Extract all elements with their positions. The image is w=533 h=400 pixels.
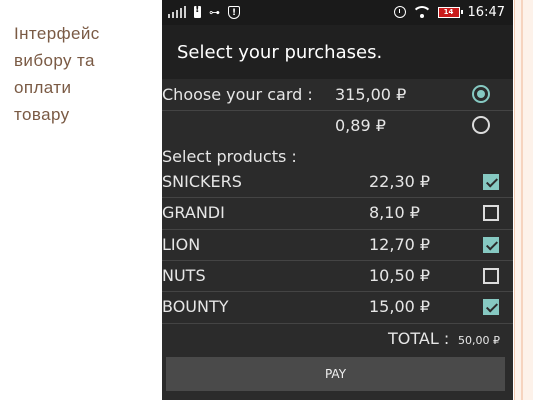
- product-row-snickers[interactable]: SNICKERS 22,30 ₽: [162, 166, 513, 197]
- caption-line: оплати: [14, 78, 72, 97]
- phone-screen: ⊶ ! 14 16:47 Select your purchases. Choo…: [162, 0, 513, 400]
- status-clock: 16:47: [467, 4, 505, 20]
- slide-border: [514, 0, 533, 400]
- card-radio-button[interactable]: [472, 116, 490, 134]
- battery-alert-icon: [194, 4, 201, 18]
- total-label: TOTAL :: [388, 329, 450, 348]
- app-title-bar: Select your purchases.: [162, 25, 513, 79]
- product-row-lion[interactable]: LION 12,70 ₽: [162, 229, 513, 260]
- product-price: 22,30 ₽: [369, 172, 431, 191]
- caption-line: вибору та: [14, 51, 95, 70]
- product-row-grandi[interactable]: GRANDI 8,10 ₽: [162, 197, 513, 228]
- slide-caption: Інтерфейс вибору та оплати товару: [14, 20, 154, 128]
- key-icon: ⊶: [209, 5, 220, 19]
- product-row-nuts[interactable]: NUTS 10,50 ₽: [162, 260, 513, 291]
- card-option-1[interactable]: Choose your card : 315,00 ₽: [162, 79, 513, 110]
- card-amount: 315,00 ₽: [335, 85, 407, 104]
- product-name: BOUNTY: [162, 297, 229, 316]
- alarm-icon: [393, 6, 406, 18]
- card-amount: 0,89 ₽: [335, 116, 386, 135]
- card-radio-button[interactable]: [472, 85, 490, 103]
- pay-button[interactable]: PAY: [166, 357, 505, 391]
- product-price: 12,70 ₽: [369, 235, 431, 254]
- product-price: 15,00 ₽: [369, 297, 431, 316]
- page-title: Select your purchases.: [177, 41, 383, 63]
- card-option-2[interactable]: 0,89 ₽: [162, 110, 513, 141]
- battery-icon: 14: [437, 6, 463, 18]
- caption-line: Інтерфейс: [14, 24, 100, 43]
- status-bar: ⊶ ! 14 16:47: [162, 0, 513, 25]
- product-name: NUTS: [162, 266, 206, 285]
- product-price: 10,50 ₽: [369, 266, 431, 285]
- divider: [162, 323, 513, 324]
- product-checkbox[interactable]: [483, 268, 499, 284]
- product-price: 8,10 ₽: [369, 203, 420, 222]
- total-value: 50,00 ₽: [458, 334, 500, 347]
- signal-icon: [168, 6, 186, 18]
- product-checkbox[interactable]: [483, 205, 499, 221]
- card-label: Choose your card :: [162, 85, 313, 104]
- product-checkbox[interactable]: [483, 237, 499, 253]
- product-row-bounty[interactable]: BOUNTY 15,00 ₽: [162, 291, 513, 322]
- product-checkbox[interactable]: [483, 299, 499, 315]
- product-name: GRANDI: [162, 203, 225, 222]
- product-name: LION: [162, 235, 201, 254]
- wifi-icon: [413, 6, 430, 18]
- shield-alert-icon: !: [228, 5, 240, 19]
- caption-line: товару: [14, 105, 70, 124]
- product-checkbox[interactable]: [483, 174, 499, 190]
- product-name: SNICKERS: [162, 172, 242, 191]
